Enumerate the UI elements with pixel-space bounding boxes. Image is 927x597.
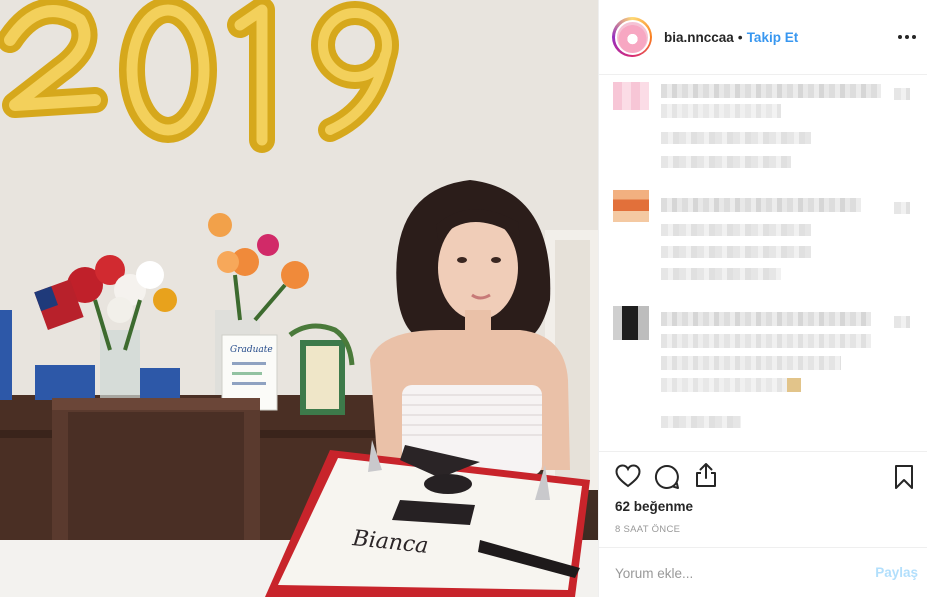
bookmark-icon[interactable] — [894, 464, 914, 495]
follow-button[interactable]: Takip Et — [747, 30, 799, 45]
post-header: bia.nnccaa • Takip Et — [599, 0, 927, 75]
commenter-avatar[interactable] — [613, 190, 649, 222]
comment-meta-blurred — [661, 268, 781, 280]
emoji-blurred — [787, 378, 801, 392]
post-side-panel: bia.nnccaa • Takip Et 62 beğenme 8 SAAT … — [598, 0, 927, 597]
avatar-image — [614, 19, 650, 55]
comment-text-blurred — [661, 84, 881, 98]
comment-like-blurred — [894, 316, 910, 328]
comment-like-blurred — [894, 202, 910, 214]
commenter-avatar[interactable] — [613, 306, 649, 340]
heart-icon[interactable] — [615, 464, 641, 493]
comment-meta-blurred — [661, 156, 791, 168]
commenter-avatar[interactable] — [613, 82, 649, 110]
post-image: Graduate Bianca — [0, 0, 598, 597]
comment-text-blurred — [661, 356, 841, 370]
likes-count[interactable]: 62 beğenme — [615, 499, 693, 514]
comment-like-blurred — [894, 88, 910, 100]
post-timestamp[interactable]: 8 SAAT ÖNCE — [615, 524, 680, 535]
separator-dot: • — [737, 29, 743, 45]
comment-text-blurred — [661, 312, 871, 326]
post-photo[interactable]: Graduate Bianca — [0, 0, 598, 597]
comment-meta-blurred — [661, 224, 811, 236]
comment-text-blurred — [661, 334, 871, 348]
comment-input[interactable] — [615, 562, 855, 584]
avatar[interactable] — [612, 17, 652, 57]
comment-meta-blurred — [661, 132, 811, 144]
comment-meta-blurred — [661, 246, 811, 258]
comment-text-blurred — [661, 198, 861, 212]
comment-meta-blurred — [661, 416, 741, 428]
username-link[interactable]: bia.nnccaa — [664, 30, 734, 45]
comment-form: Paylaş — [599, 547, 927, 597]
comments-list — [599, 76, 927, 451]
post-comment-button[interactable]: Paylaş — [875, 565, 918, 580]
card-text: Graduate — [230, 345, 273, 355]
share-icon[interactable] — [694, 462, 718, 493]
more-horizontal-icon[interactable] — [896, 26, 918, 48]
comment-text-blurred — [661, 378, 791, 392]
comment-text-blurred — [661, 104, 781, 118]
comment-bubble-icon[interactable] — [654, 464, 680, 495]
post-actions: 62 beğenme 8 SAAT ÖNCE Paylaş — [599, 451, 927, 597]
